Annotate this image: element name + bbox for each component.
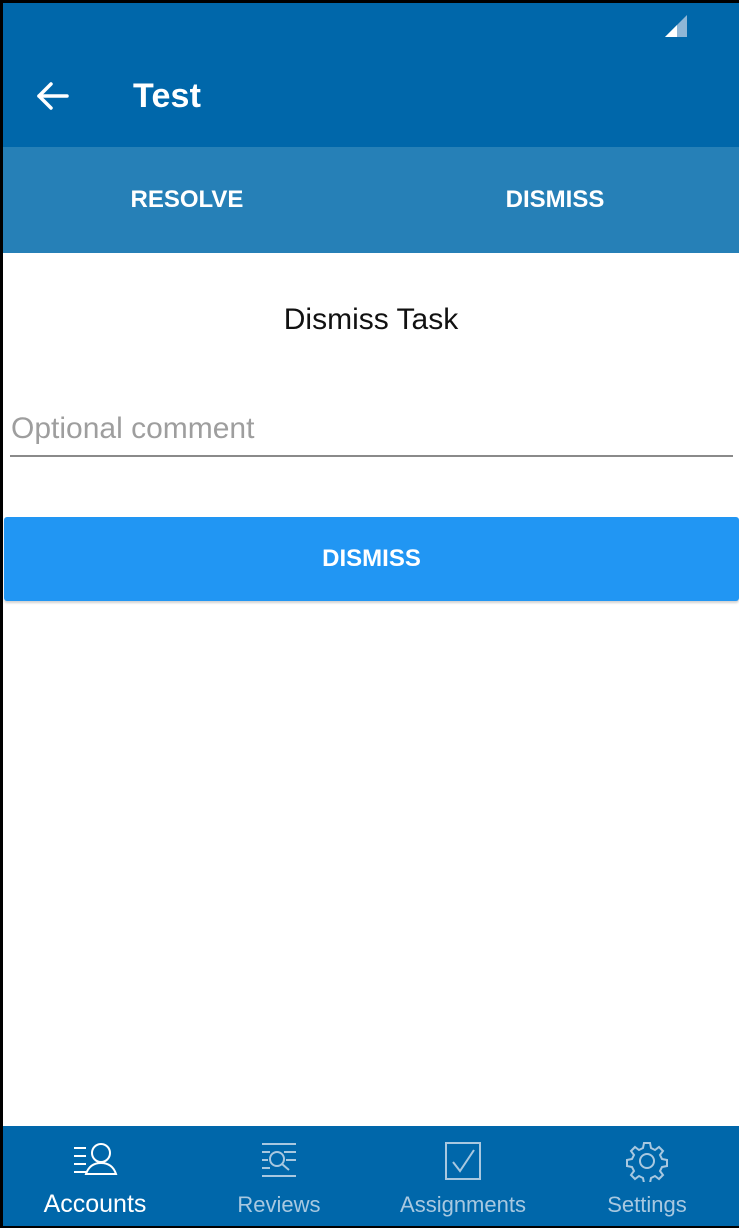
dismiss-task-heading: Dismiss Task [283,303,459,336]
assignments-icon [445,1142,481,1180]
nav-label-reviews: Reviews [237,1192,321,1217]
nav-label-settings: Settings [607,1192,687,1217]
signal-icon [665,15,687,37]
status-bar [3,3,739,49]
nav-item-reviews[interactable]: Reviews [187,1126,371,1226]
nav-item-accounts[interactable]: Accounts [3,1126,187,1226]
action-tabs: RESOLVE DISMISS [3,147,739,253]
dismiss-button[interactable]: DISMISS [4,517,739,601]
bottom-nav: Accounts Reviews Assignments Settings [3,1126,739,1226]
comment-input[interactable] [10,407,733,457]
nav-label-assignments: Assignments [400,1192,526,1217]
nav-item-settings[interactable]: Settings [555,1126,739,1226]
tab-resolve[interactable]: RESOLVE [3,147,371,253]
back-button[interactable] [29,73,75,119]
app-bar: Test [3,49,739,147]
nav-item-assignments[interactable]: Assignments [371,1126,555,1226]
arrow-left-icon [37,82,69,110]
settings-icon [626,1142,668,1182]
reviews-icon [262,1143,296,1177]
page-title: Test [133,77,202,115]
app-screen: Test RESOLVE DISMISS Dismiss Task DISMIS… [3,3,739,1226]
tab-dismiss[interactable]: DISMISS [371,147,739,253]
nav-label-accounts: Accounts [43,1190,147,1218]
accounts-icon [74,1143,118,1175]
